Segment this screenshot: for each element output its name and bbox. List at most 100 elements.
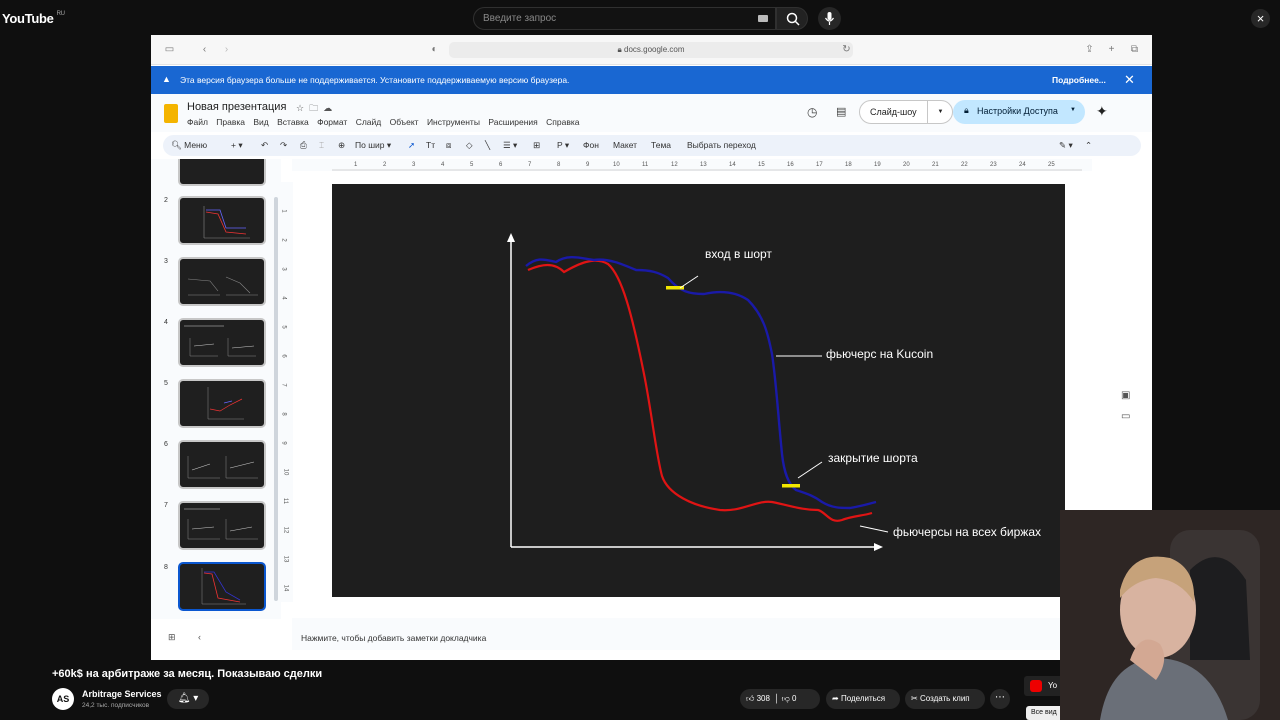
webcam-overlay bbox=[1060, 510, 1280, 720]
comment-icon[interactable]: ▤ bbox=[836, 105, 846, 118]
menu-extensions[interactable]: Расширения bbox=[488, 117, 537, 127]
ruler-tick: 15 bbox=[758, 162, 765, 168]
ruler-tick: 8 bbox=[280, 412, 287, 416]
slide-thumbnail[interactable] bbox=[178, 379, 266, 428]
menu-slide[interactable]: Слайд bbox=[356, 117, 382, 127]
shape-icon[interactable]: ◇ bbox=[466, 140, 473, 151]
thumbnails-scrollbar[interactable] bbox=[274, 197, 278, 601]
grid-view-icon[interactable]: ⊞ ‹ bbox=[168, 632, 201, 643]
reload-icon[interactable]: ↻ bbox=[841, 44, 852, 55]
folder-icon[interactable]: 🗀︎ bbox=[309, 103, 318, 113]
history-icon[interactable]: ◷ bbox=[807, 105, 817, 119]
share-access-button[interactable]: 🔒︎ Настройки Доступа ▼ bbox=[953, 100, 1085, 124]
chevron-down-icon[interactable]: ▼ bbox=[927, 101, 953, 123]
like-count[interactable]: 308 bbox=[757, 694, 770, 703]
line-icon[interactable]: ╲ bbox=[485, 140, 490, 151]
keyboard-icon[interactable] bbox=[758, 15, 768, 22]
youtube-logo[interactable]: YouTube RU bbox=[2, 11, 65, 26]
arrange-icon[interactable]: ☰ ▾ bbox=[503, 140, 517, 151]
menu-object[interactable]: Объект bbox=[390, 117, 419, 127]
channel-avatar[interactable]: AS bbox=[52, 688, 74, 710]
zoom-icon[interactable]: ⊕ bbox=[338, 140, 345, 151]
paint-format-icon[interactable]: ⌶ bbox=[319, 140, 324, 151]
ruler-tick: 4 bbox=[441, 162, 445, 168]
presenter-video bbox=[1060, 510, 1280, 720]
youtube-header: YouTube RU Введите запрос × bbox=[0, 0, 1280, 36]
chevron-up-icon[interactable]: ⌃ bbox=[1085, 140, 1092, 151]
gemini-icon[interactable]: ✦ bbox=[1096, 103, 1108, 120]
create-clip-button[interactable]: ✂ Создать клип bbox=[905, 689, 985, 709]
search-input[interactable]: Введите запрос bbox=[473, 7, 776, 30]
search-button[interactable] bbox=[776, 7, 808, 30]
voice-search-button[interactable] bbox=[818, 7, 841, 30]
comment-add-icon[interactable]: ⊞ bbox=[533, 140, 540, 151]
lock-icon: 🔒︎ bbox=[964, 105, 969, 115]
slides-logo[interactable] bbox=[164, 104, 178, 123]
thumbs-down-icon[interactable]: 👎︎ bbox=[782, 694, 790, 703]
menu-search[interactable]: 🔍︎ Меню bbox=[171, 140, 207, 151]
menu-help[interactable]: Справка bbox=[546, 117, 579, 127]
menu-edit[interactable]: Правка bbox=[216, 117, 245, 127]
menu-format[interactable]: Формат bbox=[317, 117, 347, 127]
image-icon[interactable]: ⧈ bbox=[446, 140, 451, 151]
ruler-tick: 6 bbox=[280, 354, 287, 358]
title-icons: ☆ 🗀︎ ☁︎ bbox=[296, 101, 332, 117]
text-box-icon[interactable]: Tт bbox=[426, 140, 435, 150]
channel-card[interactable]: Yo bbox=[1024, 676, 1064, 696]
theme-button[interactable]: Тема bbox=[651, 140, 671, 150]
zoom-select[interactable]: По шир ▾ bbox=[355, 140, 391, 151]
more-options-icon[interactable]: ⋯ bbox=[990, 689, 1010, 709]
menu-tools[interactable]: Инструменты bbox=[427, 117, 480, 127]
slide-thumbnail[interactable] bbox=[178, 196, 266, 245]
slide-number: 4 bbox=[164, 319, 168, 326]
keep-icon[interactable]: ▣ bbox=[1121, 390, 1130, 401]
dislike-count[interactable]: 0 bbox=[792, 694, 796, 703]
shield-icon[interactable]: ◐ bbox=[429, 44, 440, 55]
banner-more-link[interactable]: Подробнее... bbox=[1052, 75, 1106, 85]
slideshow-button[interactable]: Слайд-шоу ▼ bbox=[859, 100, 953, 124]
menu-insert[interactable]: Вставка bbox=[277, 117, 309, 127]
document-title[interactable]: Новая презентация bbox=[187, 101, 286, 113]
slide-thumbnail-selected[interactable] bbox=[178, 562, 266, 611]
slide-thumbnails-panel: 2 3 4 5 6 7 8 bbox=[151, 159, 281, 619]
redo-icon[interactable]: ↷ bbox=[280, 140, 287, 151]
menu-view[interactable]: Вид bbox=[253, 117, 268, 127]
ruler-tick: 4 bbox=[280, 296, 287, 300]
close-icon[interactable]: × bbox=[1251, 9, 1270, 28]
share-icon[interactable]: ⇪ bbox=[1084, 44, 1095, 55]
undo-icon[interactable]: ↶ bbox=[261, 140, 268, 151]
close-icon[interactable]: ✕ bbox=[1124, 72, 1135, 88]
ruler-tick: 2 bbox=[280, 238, 287, 242]
slide-thumbnail[interactable] bbox=[178, 318, 266, 367]
layout-button[interactable]: Макет bbox=[613, 140, 637, 150]
tabs-overview-icon[interactable]: ⧉ bbox=[1129, 44, 1140, 55]
transition-button[interactable]: Выбрать переход bbox=[687, 140, 756, 150]
cloud-icon[interactable]: ☁︎ bbox=[323, 103, 332, 113]
select-tool-icon[interactable]: ➚ bbox=[408, 140, 415, 151]
chevron-down-icon[interactable]: ▼ bbox=[1070, 107, 1076, 113]
address-bar[interactable]: 🔒︎ docs.google.com bbox=[449, 42, 853, 58]
forward-icon[interactable]: › bbox=[221, 44, 232, 55]
slide-thumbnail[interactable] bbox=[178, 501, 266, 550]
menu-file[interactable]: Файл bbox=[187, 117, 208, 127]
star-icon[interactable]: ☆ bbox=[296, 103, 304, 113]
thumbs-up-icon[interactable]: 👍︎ bbox=[746, 694, 754, 703]
pen-icon[interactable]: ✎ ▾ bbox=[1059, 140, 1073, 151]
print-icon[interactable]: ⎙ bbox=[300, 140, 307, 151]
share-button[interactable]: ➦ Поделиться bbox=[826, 689, 900, 709]
menu-bar: Файл Правка Вид Вставка Формат Слайд Объ… bbox=[187, 117, 586, 127]
back-icon[interactable]: ‹ bbox=[199, 44, 210, 55]
background-button[interactable]: Фон bbox=[583, 140, 599, 150]
subscription-bell-button[interactable]: 🔔︎ ▾ bbox=[167, 689, 209, 709]
new-tab-icon[interactable]: + bbox=[1106, 44, 1117, 55]
channel-name[interactable]: Arbitrage Services bbox=[82, 689, 162, 699]
folder-icon[interactable]: ▭ bbox=[1121, 411, 1130, 422]
slide-thumbnail[interactable] bbox=[178, 440, 266, 489]
placeholder-icon[interactable]: P ▾ bbox=[557, 140, 569, 151]
slide-canvas[interactable]: вход в шорт фьючерс на Kucoin закрытие ш… bbox=[332, 184, 1065, 597]
microphone-icon bbox=[825, 12, 834, 25]
sidebar-icon[interactable]: ▭ bbox=[164, 44, 175, 55]
new-slide-button[interactable]: + ▾ bbox=[231, 140, 243, 151]
slide-thumbnail[interactable] bbox=[178, 159, 266, 186]
slide-thumbnail[interactable] bbox=[178, 257, 266, 306]
